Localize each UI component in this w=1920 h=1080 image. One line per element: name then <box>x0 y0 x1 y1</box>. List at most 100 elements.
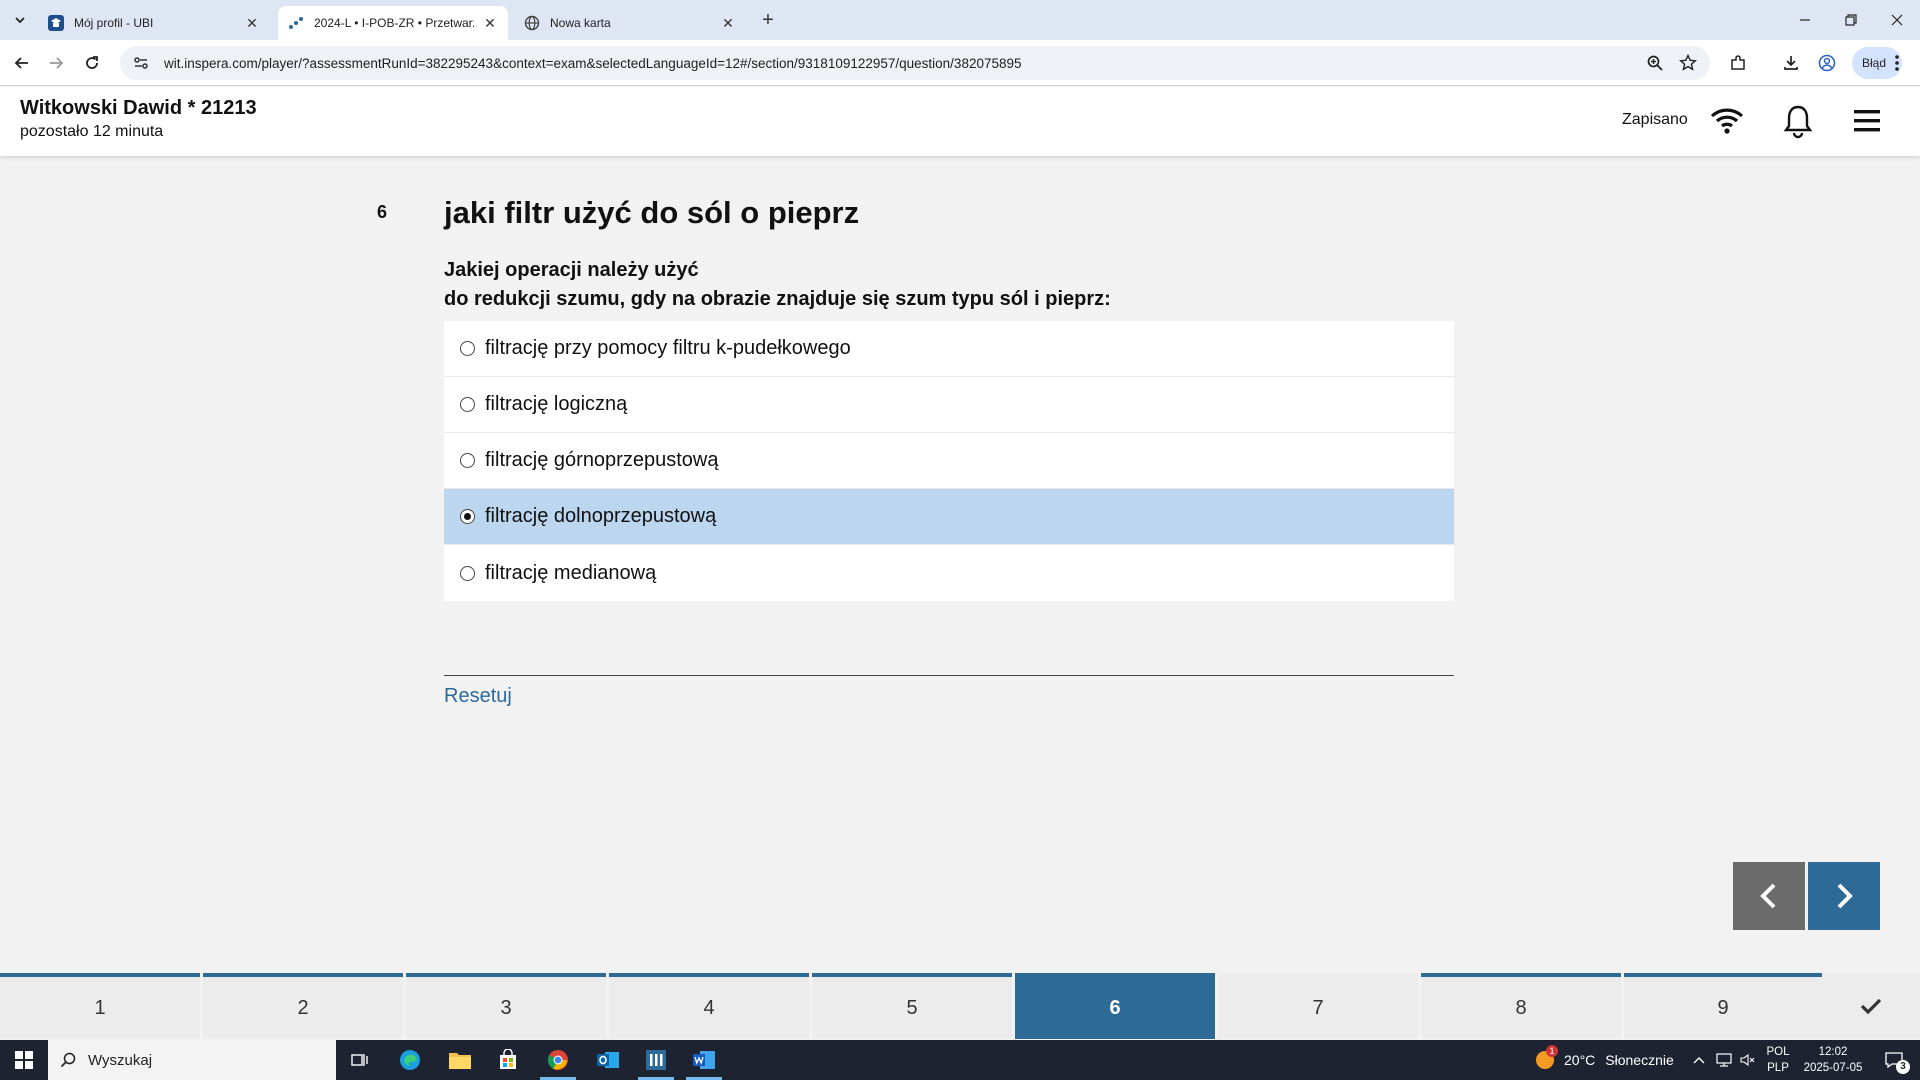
browser-tab-inspera[interactable]: 2024-L • I-POB-ZR • Przetwarza ✕ <box>278 6 508 40</box>
browser-toolbar: wit.inspera.com/player/?assessmentRunId=… <box>0 40 1920 86</box>
question-nav-item-7[interactable]: 7 <box>1218 973 1418 1039</box>
weather-description: Słonecznie <box>1605 1052 1674 1068</box>
browser-tab-strip: Mój profil - UBI ✕ 2024-L • I-POB-ZR • P… <box>0 0 1920 40</box>
chrome-browser-icon[interactable] <box>534 1040 582 1080</box>
back-arrow-icon[interactable] <box>8 49 36 77</box>
divider <box>444 675 1454 676</box>
browser-tab-new[interactable]: Nowa karta ✕ <box>514 6 746 40</box>
answer-option-selected[interactable]: filtrację dolnoprzepustową <box>444 489 1454 545</box>
ubi-favicon-icon <box>48 15 64 31</box>
question-nav-item-9[interactable]: 9 <box>1624 973 1822 1039</box>
question-nav-item-5[interactable]: 5 <box>812 973 1012 1039</box>
bookmark-star-icon[interactable] <box>1676 51 1700 75</box>
extensions-icon[interactable] <box>1726 51 1750 75</box>
question-number: 6 <box>377 202 388 222</box>
restore-icon[interactable] <box>1828 0 1874 40</box>
answer-option[interactable]: filtrację przy pomocy filtru k-pudełkowe… <box>444 321 1454 377</box>
answer-option-label: filtrację logiczną <box>485 393 628 415</box>
reload-icon[interactable] <box>78 49 106 77</box>
input-keyboard-code: PLP <box>1767 1062 1789 1074</box>
tab-search-chevron-icon[interactable] <box>8 8 32 32</box>
forward-arrow-icon[interactable] <box>42 49 70 77</box>
weather-temperature: 20°C <box>1564 1052 1596 1068</box>
time-remaining: pozostało 12 minuta <box>20 123 164 140</box>
previous-question-button[interactable] <box>1733 862 1805 930</box>
new-tab-plus-icon[interactable]: + <box>756 8 780 32</box>
tab-title: Mój profil - UBI <box>74 16 154 30</box>
answer-option-label: filtrację dolnoprzepustową <box>485 505 717 527</box>
inspera-favicon-icon <box>288 15 304 31</box>
tab-close-icon[interactable]: ✕ <box>482 15 498 31</box>
answer-option-label: filtrację górnoprzepustową <box>485 449 719 471</box>
globe-favicon-icon <box>524 15 540 31</box>
taskbar-search[interactable]: Wyszukaj <box>48 1040 336 1080</box>
answer-options: filtrację przy pomocy filtru k-pudełkowe… <box>444 321 1454 601</box>
minimize-icon[interactable] <box>1782 0 1828 40</box>
windows-start-icon[interactable] <box>0 1040 48 1080</box>
answer-option[interactable]: filtrację logiczną <box>444 377 1454 433</box>
volume-muted-icon[interactable] <box>1736 1040 1760 1080</box>
tab-close-icon[interactable]: ✕ <box>244 15 260 31</box>
word-icon[interactable] <box>680 1040 728 1080</box>
hamburger-menu-icon[interactable] <box>1849 103 1885 139</box>
answer-option[interactable]: filtrację medianową <box>444 545 1454 601</box>
close-window-icon[interactable] <box>1874 0 1920 40</box>
windows-taskbar: Wyszukaj 1 20°C Słonecznie POL PLP 12:02… <box>0 1040 1920 1080</box>
chevron-up-icon[interactable] <box>1686 1040 1712 1080</box>
radio-button[interactable] <box>460 341 475 356</box>
profile-error-label: Błąd <box>1862 56 1887 70</box>
save-status: Zapisano <box>1622 111 1688 128</box>
exam-header: Witkowski Dawid * 21213 pozostało 12 min… <box>0 87 1920 156</box>
finish-test-button[interactable] <box>1822 973 1920 1039</box>
address-bar[interactable]: wit.inspera.com/player/?assessmentRunId=… <box>120 46 1710 80</box>
question-text-line: Jakiej operacji należy użyć <box>444 259 699 281</box>
question-nav-item-1[interactable]: 1 <box>0 973 200 1039</box>
outlook-icon[interactable] <box>584 1040 632 1080</box>
edge-browser-icon[interactable] <box>386 1040 434 1080</box>
question-text: Jakiej operacji należy użyć do redukcji … <box>444 256 1111 314</box>
next-question-button[interactable] <box>1808 862 1880 930</box>
question-nav-item-2[interactable]: 2 <box>203 973 403 1039</box>
radio-button[interactable] <box>460 453 475 468</box>
file-explorer-icon[interactable] <box>436 1040 484 1080</box>
notification-count: 3 <box>1896 1060 1910 1074</box>
tab-title: 2024-L • I-POB-ZR • Przetwarza <box>314 16 474 30</box>
inspera-app-icon[interactable] <box>632 1040 680 1080</box>
radio-button[interactable] <box>460 397 475 412</box>
network-icon[interactable] <box>1712 1040 1736 1080</box>
question-nav-item-4[interactable]: 4 <box>609 973 809 1039</box>
chevron-right-icon <box>1837 883 1853 909</box>
candidate-name: Witkowski Dawid * 21213 <box>20 97 257 119</box>
input-language[interactable]: POL PLP <box>1762 1044 1794 1076</box>
download-icon[interactable] <box>1779 51 1803 75</box>
url-text: wit.inspera.com/player/?assessmentRunId=… <box>164 55 1022 71</box>
question-nav-item-6-current[interactable]: 6 <box>1015 973 1215 1039</box>
answer-option[interactable]: filtrację górnoprzepustową <box>444 433 1454 489</box>
browser-tab-ubi[interactable]: Mój profil - UBI ✕ <box>38 6 270 40</box>
radio-button[interactable] <box>460 565 475 581</box>
reset-link[interactable]: Resetuj <box>444 685 512 708</box>
site-settings-icon[interactable] <box>132 54 150 72</box>
microsoft-store-icon[interactable] <box>484 1040 532 1080</box>
wifi-icon <box>1709 103 1745 139</box>
bell-icon[interactable] <box>1780 103 1816 139</box>
tab-title: Nowa karta <box>550 16 611 30</box>
task-view-icon[interactable] <box>336 1040 384 1080</box>
profile-avatar-icon[interactable] <box>1815 51 1839 75</box>
search-icon <box>60 1052 76 1068</box>
chevron-left-icon <box>1760 883 1776 909</box>
weather-widget[interactable]: 1 20°C Słonecznie <box>1534 1040 1674 1080</box>
clock[interactable]: 12:02 2025-07-05 <box>1798 1044 1868 1076</box>
sun-icon: 1 <box>1534 1045 1558 1071</box>
notifications-icon[interactable]: 3 <box>1874 1040 1914 1080</box>
browser-menu-icon[interactable] <box>1892 51 1902 75</box>
radio-button-checked[interactable] <box>460 509 475 524</box>
zoom-icon[interactable] <box>1643 51 1667 75</box>
tab-close-icon[interactable]: ✕ <box>720 15 736 31</box>
question-nav-item-8[interactable]: 8 <box>1421 973 1621 1039</box>
question-nav-item-3[interactable]: 3 <box>406 973 606 1039</box>
question-navigation: 1 2 3 4 5 6 7 8 9 <box>0 973 1920 1039</box>
weather-badge: 1 <box>1546 1045 1558 1057</box>
clock-date: 2025-07-05 <box>1803 1062 1863 1074</box>
checkmark-icon <box>1860 998 1882 1015</box>
